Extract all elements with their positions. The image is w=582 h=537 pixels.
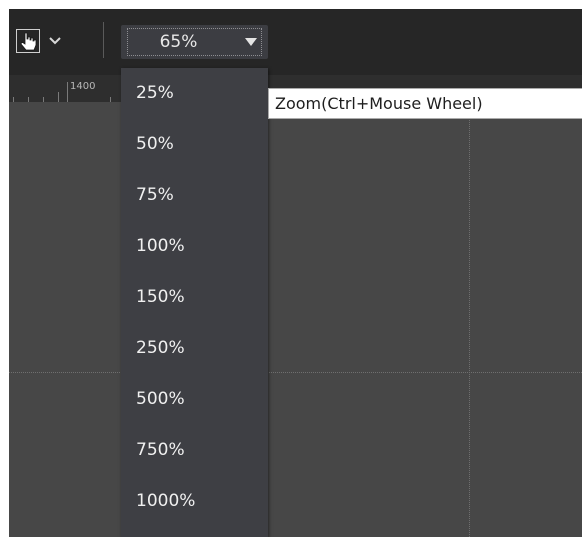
zoom-option-250[interactable]: 250% xyxy=(121,323,268,374)
triangle-down-icon[interactable] xyxy=(245,38,257,46)
grid-guide-vertical xyxy=(469,102,470,537)
zoom-option-150[interactable]: 150% xyxy=(121,272,268,323)
hand-pointer-icon xyxy=(20,32,37,51)
zoom-option-25[interactable]: 25% xyxy=(121,68,268,119)
zoom-option-750[interactable]: 750% xyxy=(121,425,268,476)
zoom-tooltip: Zoom(Ctrl+Mouse Wheel) xyxy=(268,88,582,119)
zoom-select[interactable]: 65% xyxy=(121,25,268,59)
ruler-label: 1400 xyxy=(70,81,96,92)
zoom-option-50[interactable]: 50% xyxy=(121,119,268,170)
ruler-tick xyxy=(67,82,68,102)
zoom-option-500[interactable]: 500% xyxy=(121,374,268,425)
zoom-value: 65% xyxy=(159,32,198,52)
pointer-tool-button[interactable] xyxy=(16,29,40,53)
ruler-tick xyxy=(58,92,59,102)
toolbar: 65% xyxy=(9,9,582,75)
zoom-option-100[interactable]: 100% xyxy=(121,221,268,272)
grid-guide-horizontal xyxy=(9,372,582,373)
zoom-dropdown-menu: 25% 50% 75% 100% 150% 250% 500% 750% 100… xyxy=(121,68,268,537)
canvas-area[interactable] xyxy=(9,102,582,537)
zoom-option-1000[interactable]: 1000% xyxy=(121,476,268,527)
chevron-down-icon[interactable] xyxy=(46,33,64,47)
toolbar-separator xyxy=(103,22,104,58)
editor-window: 65% 1400 25% 50% 75% 100% 150% 250% 500%… xyxy=(9,9,582,537)
zoom-option-75[interactable]: 75% xyxy=(121,170,268,221)
